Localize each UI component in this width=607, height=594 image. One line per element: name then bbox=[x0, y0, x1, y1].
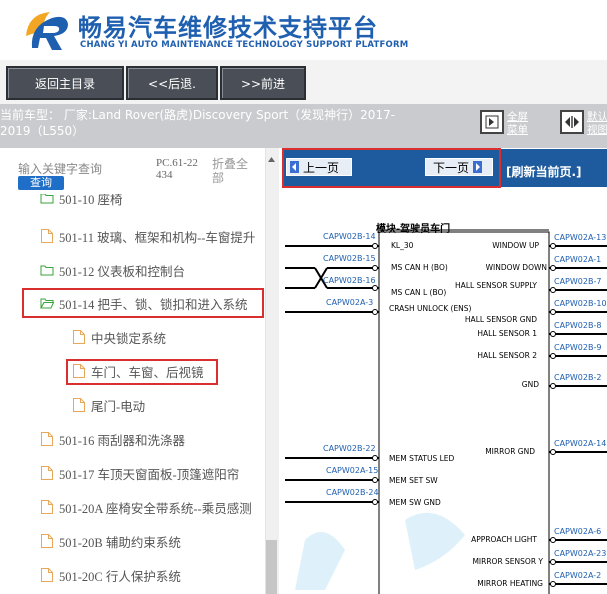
scrollbar-thumb[interactable] bbox=[266, 540, 277, 594]
tree-item-label: 501-16 雨刮器和洗涤器 bbox=[59, 433, 186, 448]
signal-label: MEM SW GND bbox=[389, 498, 441, 507]
pin-label: CAPW02A-2 bbox=[554, 571, 602, 580]
highlight-box bbox=[66, 359, 218, 385]
pin-label: CAPW02B-7 bbox=[554, 277, 602, 286]
scroll-up-icon[interactable] bbox=[266, 150, 277, 162]
tree-item-label: 501-10 座椅 bbox=[59, 194, 123, 207]
tree-item[interactable]: 501-11 玻璃、框架和机构--车窗提升 bbox=[40, 226, 255, 246]
wiring-diagram: CAPW02B-14 CAPW02B-15 CAPW02B-16 CAPW02A… bbox=[285, 190, 607, 594]
pin-label: CAPW02B-9 bbox=[554, 343, 602, 352]
pin-label: CAPW02B-22 bbox=[323, 444, 376, 453]
signal-label: WINDOW DOWN bbox=[485, 263, 547, 272]
signal-label: MEM SET SW bbox=[389, 476, 438, 485]
signal-label: MS CAN H (BO) bbox=[391, 263, 448, 272]
page-icon bbox=[41, 229, 53, 243]
signal-label: MIRROR GND bbox=[485, 447, 535, 456]
module-title: 模块-驾驶员车门 bbox=[376, 224, 451, 235]
page-icon bbox=[41, 500, 53, 514]
pin-label: CAPW02B-8 bbox=[554, 321, 602, 330]
pin-label: CAPW02B-24 bbox=[326, 488, 379, 497]
vertical-scrollbar[interactable] bbox=[265, 148, 279, 594]
tree-item[interactable]: 501-20B 辅助约束系统 bbox=[40, 531, 181, 551]
tree-item-label: 501-17 车顶天窗面板-顶篷遮阳帘 bbox=[59, 467, 240, 482]
default-view-label[interactable]: 默认视图 bbox=[587, 111, 607, 137]
signal-label: CRASH UNLOCK (ENS) bbox=[389, 304, 472, 313]
brand-title: 畅易汽车维修技术支持平台 bbox=[78, 14, 378, 42]
signal-label: HALL SENSOR GND bbox=[464, 315, 537, 324]
pc-code: PC.61-22434 bbox=[156, 157, 198, 181]
refresh-link[interactable]: [刷新当前页.] bbox=[506, 163, 582, 180]
search-button[interactable]: 查询 bbox=[18, 176, 64, 190]
search-input[interactable]: 输入关键字查询 bbox=[18, 160, 102, 177]
page-icon bbox=[41, 466, 53, 480]
fullscreen-button[interactable] bbox=[480, 110, 504, 134]
signal-label: GND bbox=[521, 380, 539, 389]
folder-icon bbox=[40, 265, 54, 276]
page-icon bbox=[41, 432, 53, 446]
signal-label: HALL SENSOR 1 bbox=[477, 329, 537, 338]
pin-label: CAPW02A-3 bbox=[326, 298, 374, 307]
page-icon bbox=[41, 568, 53, 582]
tree-item-label: 尾门-电动 bbox=[91, 399, 146, 414]
pin-label: CAPW02B-15 bbox=[323, 254, 376, 263]
tree-item-label: 501-20B 辅助约束系统 bbox=[59, 535, 181, 550]
signal-label: MEM STATUS LED bbox=[389, 454, 455, 463]
pin-label: CAPW02A-15 bbox=[326, 466, 379, 475]
signal-label: HALL SENSOR SUPPLY bbox=[455, 281, 537, 290]
current-model-text: 当前车型： 厂家:Land Rover(路虎)Discovery Sport（发… bbox=[0, 108, 396, 138]
default-view-button[interactable] bbox=[560, 110, 584, 134]
signal-label: KL_30 bbox=[391, 241, 414, 250]
tree-item-label: 501-20A 座椅安全带系统--乘员感测 bbox=[59, 501, 252, 516]
pin-label: CAPW02B-16 bbox=[323, 276, 376, 285]
signal-label: MIRROR SENSOR Y bbox=[472, 557, 543, 566]
page-icon bbox=[41, 534, 53, 548]
tree-view: 501-10 座椅 501-11 玻璃、框架和机构--车窗提升 501-12 仪… bbox=[0, 194, 266, 594]
split-view-icon bbox=[565, 116, 579, 128]
tree-item-label: 501-20C 行人保护系统 bbox=[59, 569, 181, 584]
pin-label: CAPW02B-14 bbox=[323, 232, 376, 241]
page-icon bbox=[73, 398, 85, 412]
back-button[interactable]: <<后退. bbox=[126, 66, 218, 100]
tree-item[interactable]: 501-12 仪表板和控制台 bbox=[40, 260, 185, 280]
highlight-box bbox=[22, 288, 264, 318]
pin-label: CAPW02A-13 bbox=[554, 233, 607, 242]
signal-label: HALL SENSOR 2 bbox=[477, 351, 537, 360]
tree-item[interactable]: 501-16 雨刮器和洗涤器 bbox=[40, 429, 185, 449]
collapse-all-button[interactable]: 折叠全部 bbox=[212, 157, 252, 185]
brand-logo-icon bbox=[22, 6, 72, 54]
tree-item[interactable]: 501-20A 座椅安全带系统--乘员感测 bbox=[40, 497, 252, 517]
brand-subtitle: CHANG YI AUTO MAINTENANCE TECHNOLOGY SUP… bbox=[80, 40, 409, 50]
signal-label: MIRROR HEATING bbox=[477, 579, 543, 588]
signal-label: APPROACH LIGHT bbox=[471, 535, 537, 544]
signal-label: WINDOW UP bbox=[492, 241, 539, 250]
tree-item[interactable]: 501-10 座椅 bbox=[40, 194, 123, 208]
tree-item-label: 501-12 仪表板和控制台 bbox=[59, 264, 186, 279]
tree-item[interactable]: 尾门-电动 bbox=[72, 395, 145, 415]
home-button[interactable]: 返回主目录 bbox=[6, 66, 124, 100]
pin-label: CAPW02A-23 bbox=[554, 549, 607, 558]
tree-item[interactable]: 中央锁定系统 bbox=[72, 327, 166, 347]
fullscreen-label[interactable]: 全屏菜单 bbox=[507, 111, 537, 137]
tree-item[interactable]: 501-20C 行人保护系统 bbox=[40, 565, 181, 585]
tree-item[interactable]: 501-17 车顶天窗面板-顶篷遮阳帘 bbox=[40, 463, 239, 483]
pager-highlight-box bbox=[282, 148, 501, 188]
pin-label: CAPW02A-1 bbox=[554, 255, 602, 264]
tree-item-label: 501-11 玻璃、框架和机构--车窗提升 bbox=[59, 230, 256, 245]
pin-label: CAPW02B-10 bbox=[554, 299, 607, 308]
tree-item-label: 中央锁定系统 bbox=[91, 331, 167, 346]
signal-label: MS CAN L (BO) bbox=[391, 288, 447, 297]
pin-label: CAPW02A-6 bbox=[554, 527, 602, 536]
folder-open-icon bbox=[40, 194, 54, 204]
page-icon bbox=[73, 330, 85, 344]
fullscreen-icon bbox=[485, 115, 499, 129]
pin-label: CAPW02A-14 bbox=[554, 439, 607, 448]
pin-label: CAPW02B-2 bbox=[554, 373, 602, 382]
forward-button[interactable]: >>前进 bbox=[220, 66, 306, 100]
